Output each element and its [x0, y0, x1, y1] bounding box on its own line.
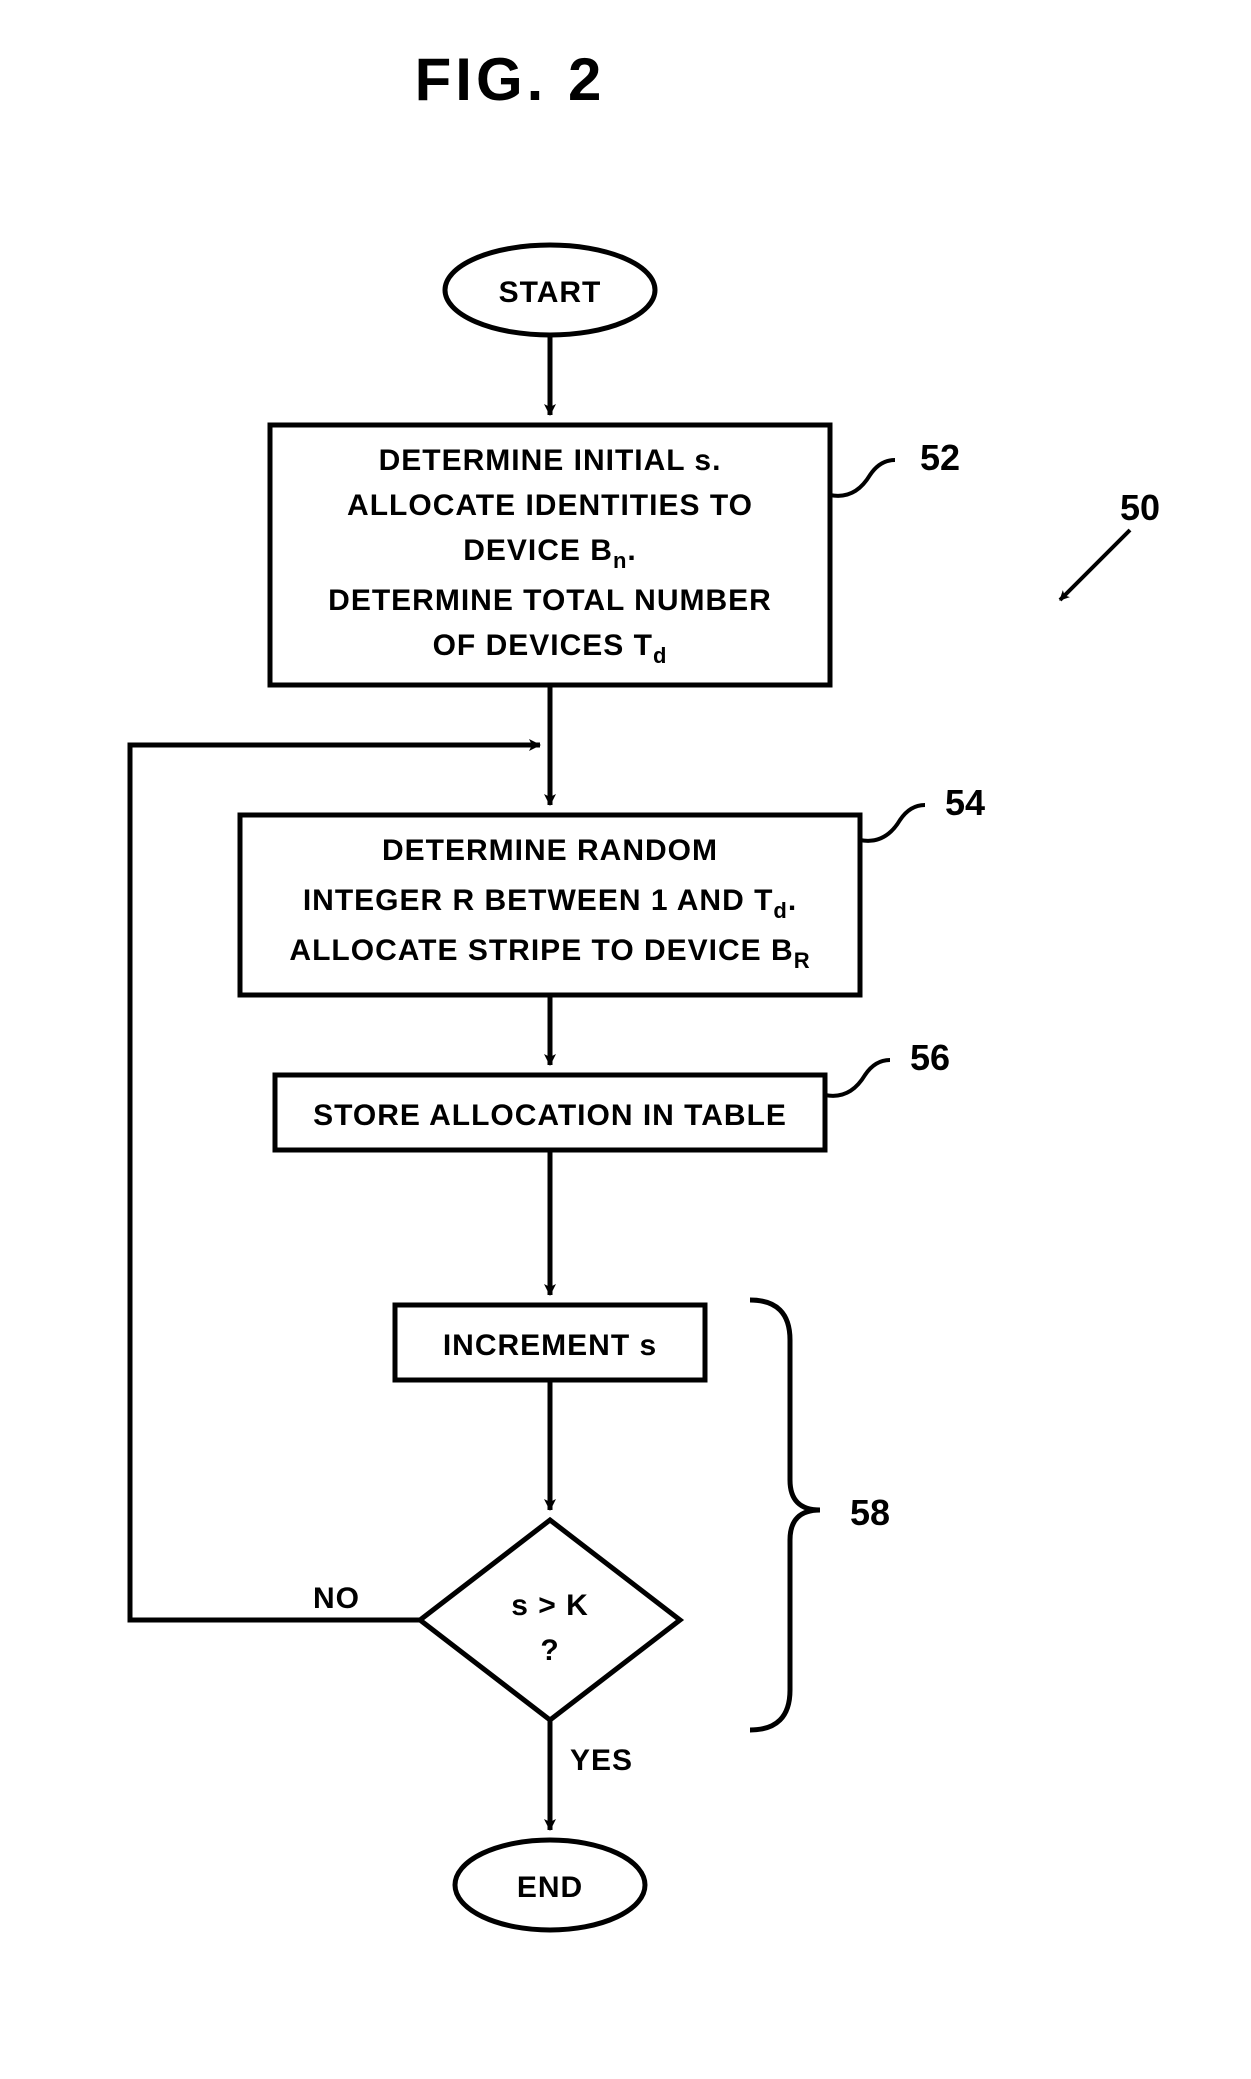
no-label: NO: [313, 1582, 360, 1615]
box54-line1: DETERMINE RANDOM: [382, 834, 718, 867]
box52-line1: DETERMINE INITIAL s.: [379, 444, 722, 477]
yes-label: YES: [570, 1744, 633, 1777]
ref-leader-54: [860, 805, 925, 841]
flowchart-figure: FIG. 2 START DETERMINE INITIAL s. ALLOCA…: [0, 0, 1251, 2079]
box52-line5: OF DEVICES Td: [433, 629, 668, 668]
edge-no-loop: [130, 745, 540, 1620]
box54-line3: ALLOCATE STRIPE TO DEVICE BR: [289, 934, 810, 973]
ref-leader-50: [1060, 530, 1130, 600]
box52-line2: ALLOCATE IDENTITIES TO: [347, 489, 753, 522]
ref-52: 52: [920, 437, 960, 478]
decision-line1: s > K: [511, 1589, 589, 1622]
bracket-58: [750, 1300, 820, 1730]
start-label: START: [499, 276, 602, 309]
ref-56: 56: [910, 1037, 950, 1078]
figure-title: FIG. 2: [415, 46, 606, 113]
ref-50: 50: [1120, 487, 1160, 528]
ref-54: 54: [945, 782, 985, 823]
box54-line2: INTEGER R BETWEEN 1 AND Td.: [303, 884, 797, 923]
ref-58: 58: [850, 1492, 890, 1533]
decision-line2: ?: [540, 1634, 559, 1667]
ref-leader-56: [825, 1060, 890, 1096]
box52-line4: DETERMINE TOTAL NUMBER: [328, 584, 772, 617]
box52-line3: DEVICE Bn.: [463, 534, 637, 573]
ref-leader-52: [830, 460, 895, 496]
box56-text: STORE ALLOCATION IN TABLE: [313, 1099, 787, 1132]
increment-text: INCREMENT s: [443, 1329, 657, 1362]
end-label: END: [517, 1871, 583, 1904]
